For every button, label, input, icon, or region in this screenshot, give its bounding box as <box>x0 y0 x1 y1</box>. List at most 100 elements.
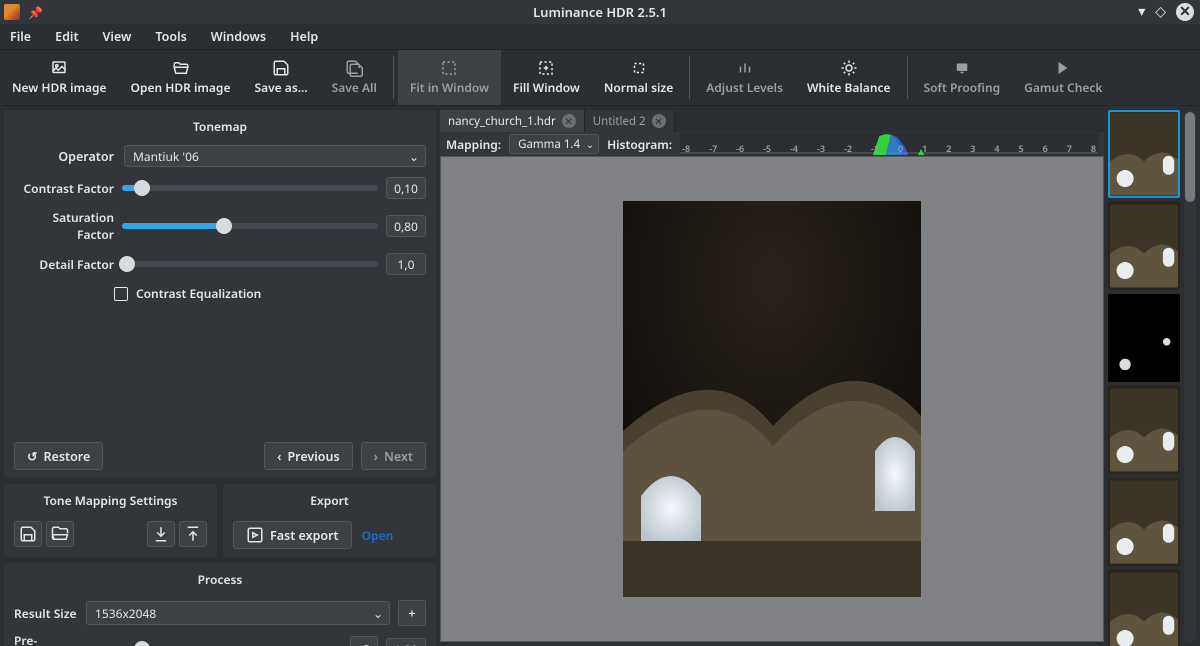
reset-pregamma-button[interactable]: ↺ <box>350 636 378 646</box>
slider-thumb[interactable] <box>216 218 232 234</box>
settings-title: Tone Mapping Settings <box>14 492 207 515</box>
toolbar-save-all: Save All <box>320 50 389 105</box>
tab-0[interactable]: nancy_church_1.hdr✕ <box>440 110 585 132</box>
next-button: › Next <box>361 442 426 470</box>
minimize-icon[interactable]: ▾ <box>1138 2 1145 21</box>
histogram[interactable]: -8-7-6-5-4-3-2-1012345678 <box>680 133 1098 155</box>
histogram-bar: Mapping: Gamma 1.4 ⌄ Histogram: -8-7-6-5… <box>440 132 1104 156</box>
thumbnail-0[interactable] <box>1108 110 1180 198</box>
pregamma-value[interactable]: 1,00 <box>386 638 426 646</box>
soft-icon <box>952 59 972 77</box>
thumbnail-2[interactable] <box>1108 294 1180 382</box>
left-panel: Tonemap Operator Mantiuk '06 ⌄ Contrast … <box>0 106 440 646</box>
window-title: Luminance HDR 2.5.1 <box>0 3 1200 21</box>
pregamma-label: Pre-gamma <box>14 632 78 646</box>
menubar: File Edit View Tools Windows Help <box>0 24 1200 50</box>
menu-help[interactable]: Help <box>290 28 318 45</box>
slider-label-1: Saturation Factor <box>14 209 114 243</box>
slider-value-0[interactable]: 0,10 <box>386 177 426 199</box>
undo-icon: ↺ <box>27 448 37 465</box>
norm-size-icon <box>629 59 649 77</box>
gamut-icon <box>1053 59 1073 77</box>
toolbar-adj-lvl: Adjust Levels <box>694 50 795 105</box>
toolbar-wb[interactable]: White Balance <box>795 50 903 105</box>
menu-windows[interactable]: Windows <box>211 28 266 45</box>
export-title: Export <box>233 492 426 515</box>
slider-value-1[interactable]: 0,80 <box>386 215 426 237</box>
tonemap-title: Tonemap <box>14 118 426 141</box>
save-settings-button[interactable] <box>14 521 42 547</box>
toolbar-save-as[interactable]: Save as... <box>242 50 319 105</box>
maximize-icon[interactable]: ◇ <box>1155 2 1166 21</box>
result-size-select[interactable]: 1536x2048 ⌄ <box>86 601 390 625</box>
upload-button[interactable] <box>179 521 207 547</box>
tonemap-panel: Tonemap Operator Mantiuk '06 ⌄ Contrast … <box>4 110 436 478</box>
slider-2[interactable] <box>122 261 378 267</box>
contrast-eq-label: Contrast Equalization <box>136 285 261 302</box>
thumbnail-1[interactable] <box>1108 202 1180 290</box>
slider-thumb[interactable] <box>134 180 150 196</box>
toolbar-norm-size[interactable]: Normal size <box>592 50 685 105</box>
thumbnail-5[interactable] <box>1108 570 1180 646</box>
folder-icon <box>51 525 69 543</box>
chevron-right-icon: › <box>374 448 378 465</box>
restore-button[interactable]: ↺ Restore <box>14 442 103 470</box>
slider-0[interactable] <box>122 185 378 191</box>
fast-export-button[interactable]: Fast export <box>233 521 352 549</box>
titlebar: 📌 Luminance HDR 2.5.1 ▾ ◇ ✕ <box>0 0 1200 24</box>
add-size-button[interactable]: + <box>398 600 426 626</box>
document-tabs: nancy_church_1.hdr✕Untitled 2✕ <box>440 110 1104 132</box>
slider-thumb[interactable] <box>119 256 135 272</box>
wb-icon <box>839 59 859 77</box>
close-icon[interactable]: ✕ <box>1176 3 1194 21</box>
pin-icon[interactable]: 📌 <box>28 4 43 21</box>
menu-view[interactable]: View <box>103 28 132 45</box>
download-button[interactable] <box>147 521 175 547</box>
toolbar-fill-win[interactable]: Fill Window <box>501 50 592 105</box>
menu-tools[interactable]: Tools <box>155 28 186 45</box>
result-size-value: 1536x2048 <box>95 605 156 622</box>
operator-value: Mantiuk '06 <box>133 148 199 165</box>
slider-label-0: Contrast Factor <box>14 180 114 197</box>
chevron-down-icon: ⌄ <box>586 137 594 151</box>
export-panel: Export Fast export Open <box>223 484 436 557</box>
thumbnail-4[interactable] <box>1108 478 1180 566</box>
export-open-link[interactable]: Open <box>362 527 394 544</box>
menu-edit[interactable]: Edit <box>55 28 78 45</box>
process-title: Process <box>14 571 426 594</box>
slider-value-2[interactable]: 1,0 <box>386 253 426 275</box>
tab-close-icon[interactable]: ✕ <box>562 114 576 128</box>
tab-close-icon[interactable]: ✕ <box>652 114 666 128</box>
slider-thumb[interactable] <box>134 641 150 646</box>
thumbnail-3[interactable] <box>1108 386 1180 474</box>
toolbar: New HDR imageOpen HDR imageSave as...Sav… <box>0 50 1200 106</box>
toolbar-fit-win: Fit in Window <box>398 50 501 105</box>
save-icon <box>19 525 37 543</box>
mapping-value: Gamma 1.4 <box>518 137 580 152</box>
mapping-select[interactable]: Gamma 1.4 ⌄ <box>509 134 599 154</box>
menu-file[interactable]: File <box>10 28 31 45</box>
preview-canvas[interactable] <box>440 156 1104 642</box>
chevron-down-icon: ⌄ <box>409 148 419 165</box>
toolbar-open-hdr[interactable]: Open HDR image <box>119 50 243 105</box>
mapping-label: Mapping: <box>446 136 501 153</box>
open-settings-button[interactable] <box>46 521 74 547</box>
result-size-label: Result Size <box>14 605 78 622</box>
scrollbar-handle[interactable] <box>1185 112 1195 202</box>
contrast-eq-checkbox[interactable] <box>114 287 128 301</box>
center-panel: nancy_church_1.hdr✕Untitled 2✕ Mapping: … <box>440 106 1108 646</box>
previous-button[interactable]: ‹ Previous <box>264 442 352 470</box>
slider-1[interactable] <box>122 223 378 229</box>
tab-1[interactable]: Untitled 2✕ <box>585 110 675 132</box>
fit-win-icon <box>439 59 459 77</box>
thumbnails-scrollbar[interactable] <box>1184 110 1196 642</box>
slider-label-2: Detail Factor <box>14 256 114 273</box>
operator-label: Operator <box>14 148 114 165</box>
toolbar-soft: Soft Proofing <box>912 50 1013 105</box>
chevron-down-icon: ⌄ <box>373 605 383 622</box>
export-icon <box>246 526 264 544</box>
preview-image <box>623 201 921 597</box>
operator-select[interactable]: Mantiuk '06 ⌄ <box>124 145 426 167</box>
download-icon <box>152 525 170 543</box>
toolbar-new-hdr[interactable]: New HDR image <box>0 50 119 105</box>
